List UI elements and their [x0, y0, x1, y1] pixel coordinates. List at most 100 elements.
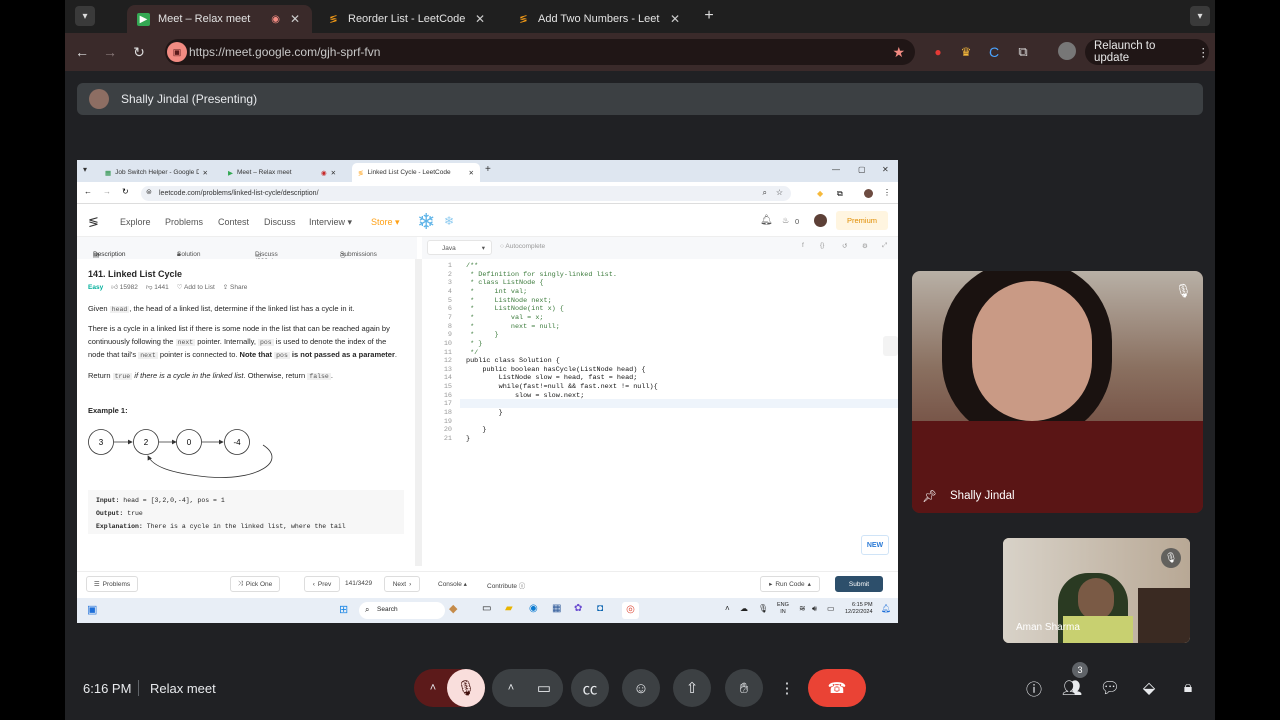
back-icon[interactable]: ←: [72, 42, 92, 62]
autocomplete-toggle[interactable]: ○ Autocomplete: [500, 243, 545, 250]
browser-tab-add-two-numbers[interactable]: ≶ Add Two Numbers - LeetCod ✕: [507, 5, 692, 33]
nav-discuss[interactable]: Discuss: [264, 217, 296, 227]
tab-search-icon[interactable]: ▾: [75, 6, 95, 26]
battery-icon[interactable]: ▭: [827, 604, 835, 613]
close-icon[interactable]: ✕: [469, 169, 474, 177]
leetcode-logo[interactable]: ≶: [88, 214, 99, 230]
close-icon[interactable]: ✕: [288, 12, 302, 26]
windows-start-icon[interactable]: ⊞: [339, 603, 348, 616]
more-vert-icon[interactable]: ⋮: [1198, 45, 1210, 59]
braces-icon[interactable]: {}: [820, 242, 824, 249]
activities-button[interactable]: ⬙: [1135, 674, 1163, 702]
prev-button[interactable]: ‹ Prev: [304, 576, 340, 592]
nav-store[interactable]: Store ▾: [371, 217, 400, 228]
back-icon[interactable]: ←: [84, 187, 92, 196]
extension-icon[interactable]: ◆: [817, 189, 823, 198]
likes-button[interactable]: 👍︎ 15982: [111, 284, 138, 292]
more-options-button[interactable]: ⋮: [768, 669, 806, 707]
extension-trophy-icon[interactable]: ♛: [956, 42, 976, 62]
more-vert-icon[interactable]: ⋮: [883, 188, 891, 197]
close-icon[interactable]: ✕: [473, 12, 487, 26]
premium-button[interactable]: Premium: [836, 211, 888, 230]
pane-splitter[interactable]: [415, 259, 422, 566]
minimize-icon[interactable]: —: [832, 165, 840, 174]
task-view-icon[interactable]: ▭: [482, 603, 491, 614]
dislikes-button[interactable]: 👎︎ 1441: [146, 284, 169, 292]
code-editor[interactable]: 1 /** 2 * Definition for singly-linked lis…: [422, 262, 898, 562]
forward-icon[interactable]: →: [103, 187, 111, 196]
camera-button[interactable]: ▭: [525, 669, 563, 707]
raise-hand-button[interactable]: ✋︎: [725, 669, 763, 707]
fullscreen-icon[interactable]: ⤢: [882, 242, 887, 250]
reload-icon[interactable]: ↻: [129, 42, 149, 62]
file-explorer-icon[interactable]: ▰: [505, 603, 513, 614]
participant-tile-main[interactable]: 🎙︎ 📌︎ Shally Jindal: [912, 271, 1203, 513]
problems-button[interactable]: ☰ Problems: [86, 576, 138, 592]
clock[interactable]: 6:15 PM 12/22/2024: [845, 602, 873, 616]
notification-icon[interactable]: 🔔︎: [881, 604, 891, 613]
new-tab-button[interactable]: +: [485, 164, 491, 175]
participant-tile-small[interactable]: 🎙︎ Aman Sharma: [1003, 538, 1190, 643]
chrome-icon[interactable]: ◎: [622, 602, 639, 619]
inner-tab-meet[interactable]: ▶ Meet – Relax meet ◉ ✕: [222, 163, 347, 182]
run-code-button[interactable]: ▸ Run Code ▴: [760, 576, 820, 592]
profile-avatar[interactable]: [864, 189, 873, 198]
people-button[interactable]: 👥︎: [1058, 674, 1086, 702]
address-bar[interactable]: ▣ https://meet.google.com/gjh-sprf-fvn ★: [165, 39, 915, 65]
add-to-list-button[interactable]: ♡ Add to List: [177, 284, 215, 292]
zoom-icon[interactable]: ⌕: [763, 188, 767, 198]
user-avatar[interactable]: [814, 214, 827, 227]
next-button[interactable]: Next ›: [384, 576, 420, 592]
store-icon[interactable]: ▦: [552, 603, 561, 614]
host-controls-button[interactable]: 🔒︎: [1174, 674, 1202, 702]
nav-interview[interactable]: Interview ▾: [309, 217, 352, 228]
contribute-button[interactable]: Contribute ⓘ: [487, 580, 525, 590]
restore-icon[interactable]: ▢: [858, 165, 866, 174]
reset-icon[interactable]: ↺: [842, 242, 847, 250]
pane-toggle-button[interactable]: [883, 336, 898, 356]
language-select[interactable]: Java ▾: [427, 240, 492, 255]
language-indicator[interactable]: ENG IN: [777, 602, 789, 616]
extensions-puzzle-icon[interactable]: ⧉: [837, 189, 843, 199]
outlook-icon[interactable]: ◘: [597, 603, 603, 614]
profile-avatar[interactable]: [1058, 42, 1076, 60]
nav-contest[interactable]: Contest: [218, 217, 249, 227]
chevron-down-icon[interactable]: ▾: [1190, 6, 1210, 26]
settings-icon[interactable]: ⚙: [862, 242, 868, 250]
cloud-icon[interactable]: ☁: [740, 604, 748, 613]
close-window-icon[interactable]: ✕: [882, 165, 889, 174]
meeting-info-button[interactable]: ⓘ: [1020, 674, 1048, 702]
pin-icon[interactable]: 📌︎: [922, 489, 937, 503]
notification-bell-icon[interactable]: 🔔︎: [760, 215, 773, 226]
inner-address-bar[interactable]: ⊜ leetcode.com/problems/linked-list-cycl…: [141, 186, 791, 201]
taskbar-search[interactable]: ⌕ Search: [359, 602, 445, 619]
browser-tab-reorder-list[interactable]: ≶ Reorder List - LeetCode ✕: [317, 5, 497, 33]
chat-button[interactable]: 💬︎: [1096, 674, 1124, 702]
extensions-puzzle-icon[interactable]: ⧉: [1013, 42, 1033, 62]
chevron-up-icon[interactable]: ˄: [725, 604, 730, 613]
inner-tab-job-switch[interactable]: ▦ Job Switch Helper - Google Do ✕: [99, 163, 214, 182]
new-tab-button[interactable]: +: [699, 6, 719, 26]
close-icon[interactable]: ✕: [668, 12, 682, 26]
microphone-icon[interactable]: 🎙︎: [758, 604, 768, 613]
pick-one-button[interactable]: ⤨ Pick One: [230, 576, 280, 592]
edge-icon[interactable]: ◉: [529, 603, 538, 614]
bookmark-star-icon[interactable]: ☆: [776, 188, 783, 197]
format-icon[interactable]: f: [802, 242, 804, 249]
present-button[interactable]: ⇧: [673, 669, 711, 707]
widgets-icon[interactable]: ▣: [87, 603, 97, 616]
copilot-icon[interactable]: ✿: [574, 603, 582, 614]
emoji-button[interactable]: ☺: [622, 669, 660, 707]
nav-problems[interactable]: Problems: [165, 217, 203, 227]
forward-icon[interactable]: →: [100, 42, 120, 62]
browser-tab-meet[interactable]: ▶ Meet – Relax meet ◉ ✕: [127, 5, 312, 33]
streak-fire-icon[interactable]: ♨: [782, 216, 789, 225]
submit-button[interactable]: Submit: [835, 576, 883, 592]
microphone-off-button[interactable]: 🎙︎: [447, 669, 485, 707]
extension-c-icon[interactable]: C: [984, 42, 1004, 62]
inner-tab-linked-list-cycle[interactable]: ≶ Linked List Cycle - LeetCode ✕: [352, 163, 480, 182]
relaunch-button[interactable]: Relaunch to update ⋮: [1085, 39, 1209, 65]
tab-search-icon[interactable]: ▾: [83, 165, 87, 174]
wifi-icon[interactable]: ≋: [799, 604, 806, 613]
site-info-icon[interactable]: ▣: [167, 42, 187, 62]
